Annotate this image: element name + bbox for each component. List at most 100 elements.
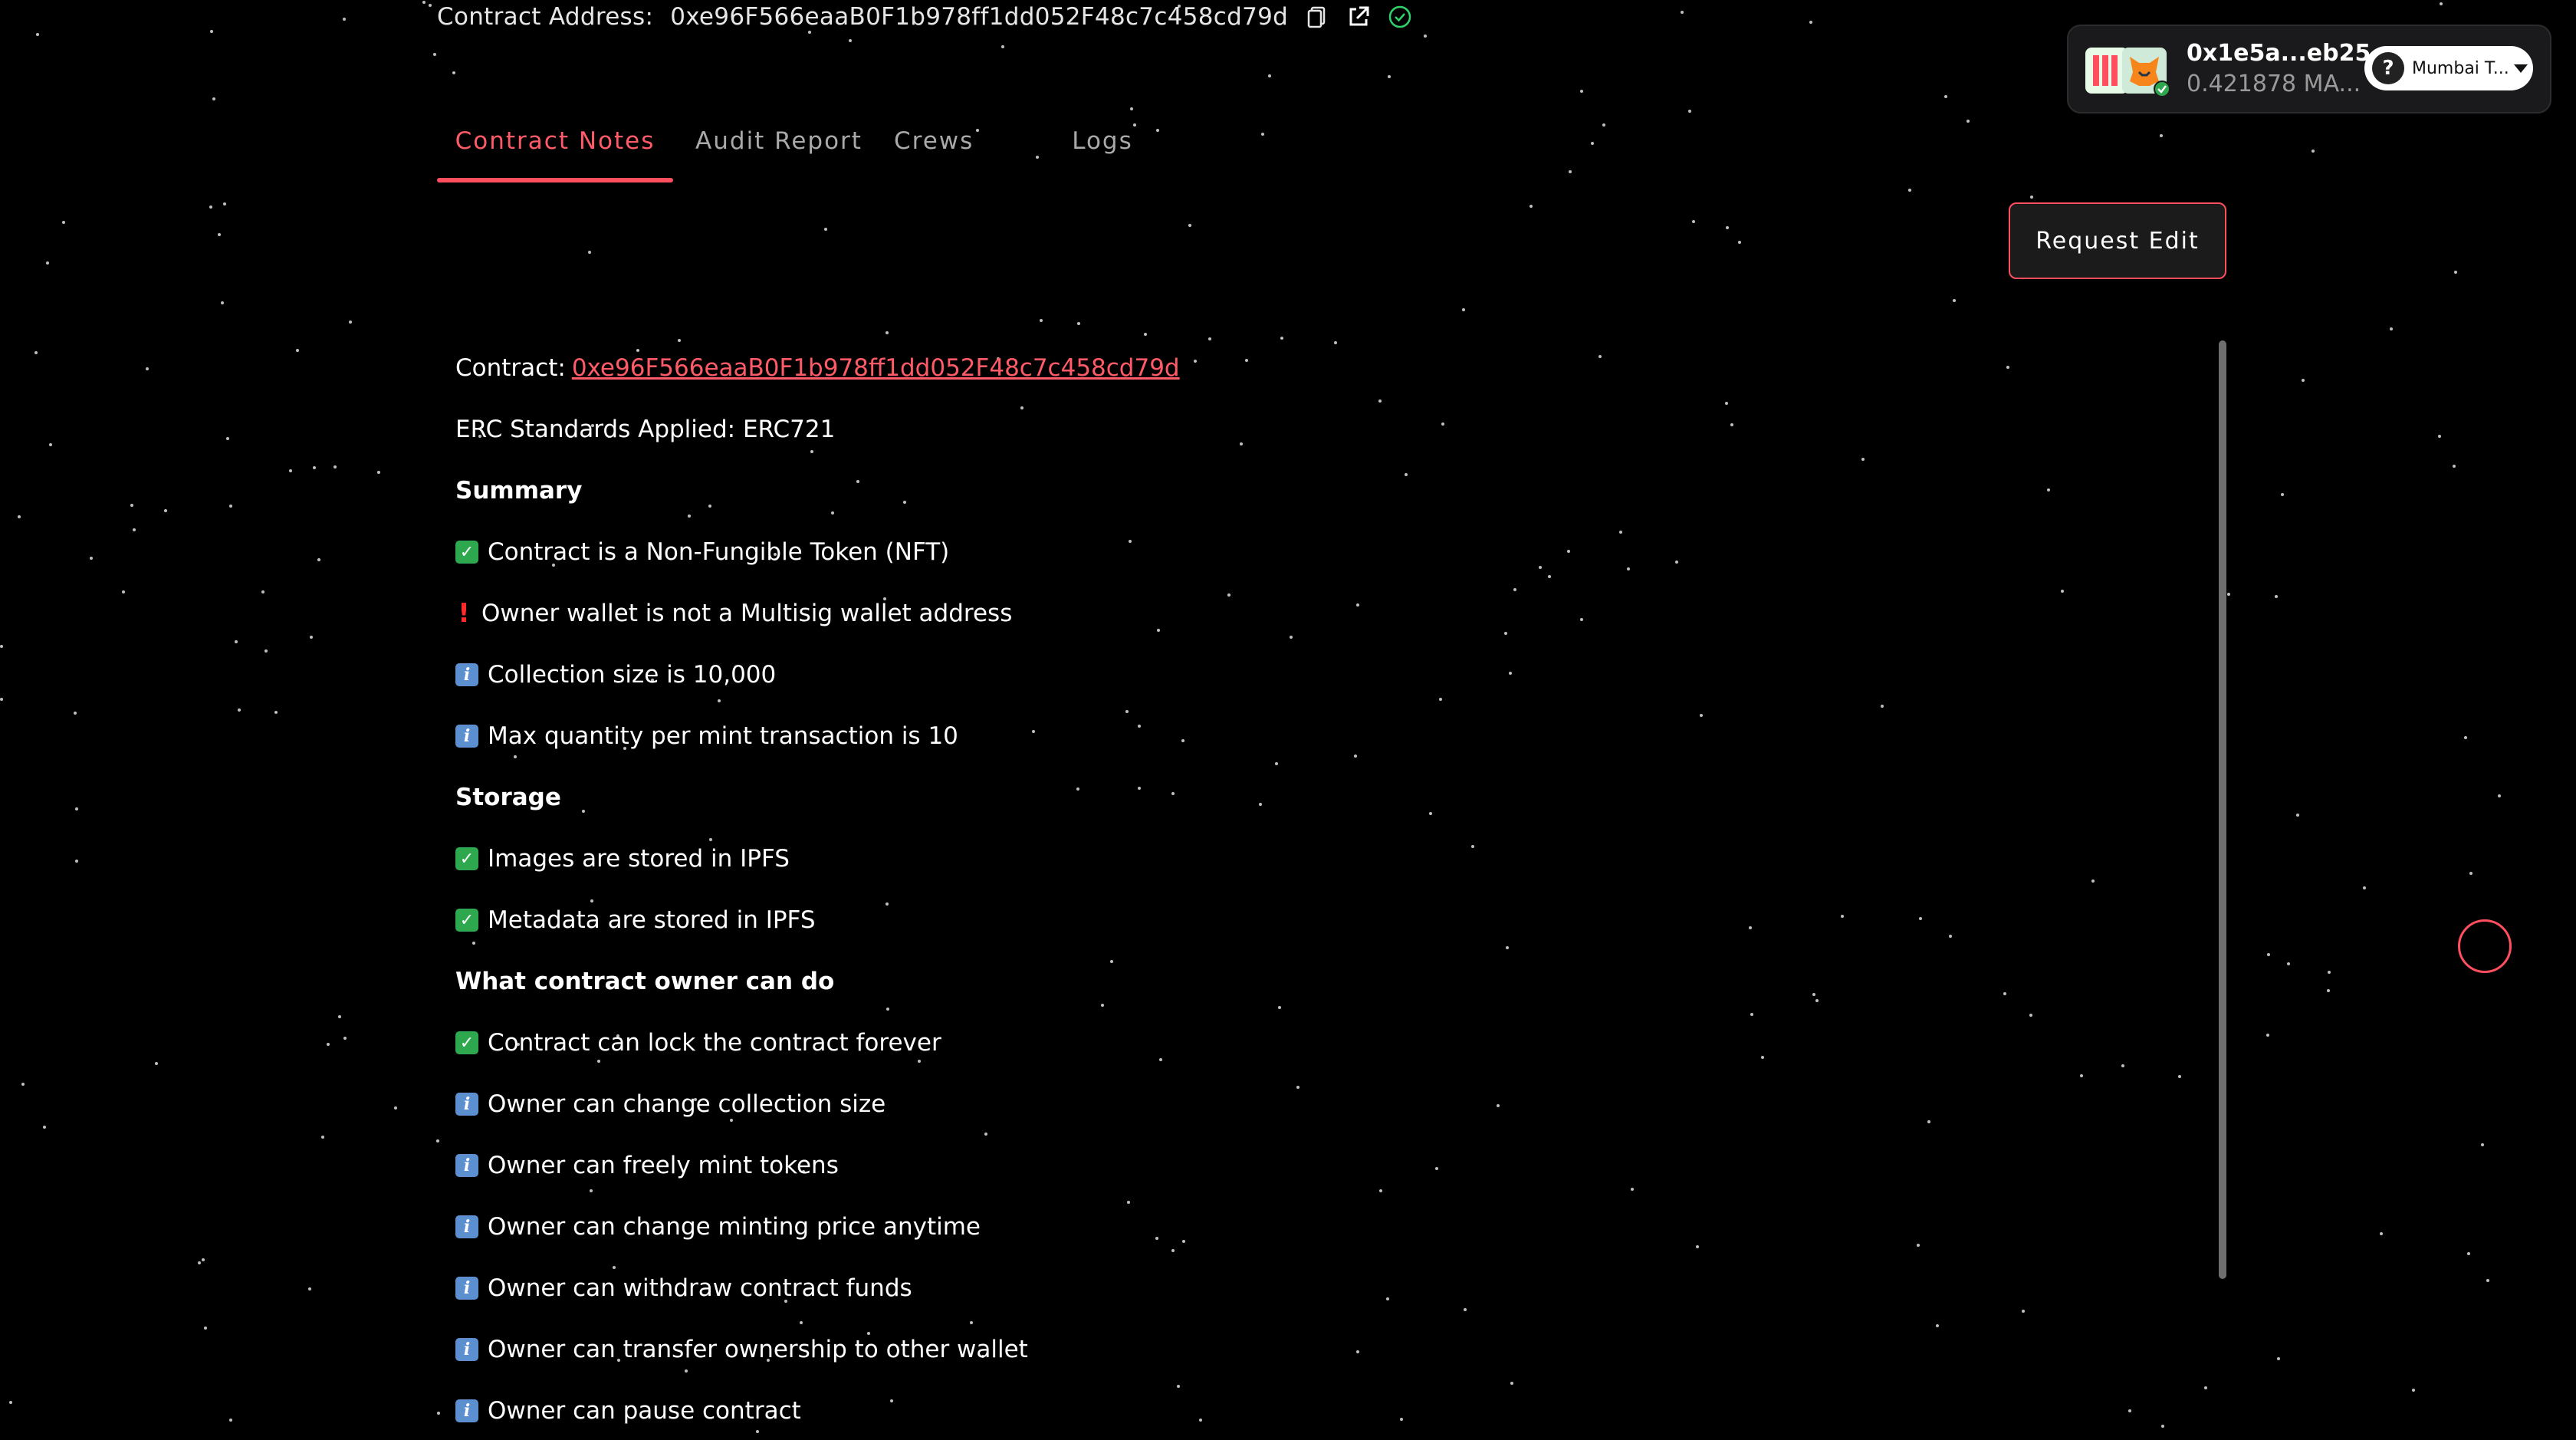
check-mark-icon: ✓ (455, 541, 478, 564)
star (296, 349, 299, 352)
contract-link[interactable]: 0xe96F566eaaB0F1b978ff1dd052F48c7c458cd7… (572, 354, 1180, 382)
star (1156, 129, 1159, 132)
request-edit-button[interactable]: Request Edit (2009, 202, 2226, 279)
star (204, 1327, 207, 1330)
star (1967, 120, 1970, 123)
star (2204, 1386, 2207, 1389)
star (1738, 241, 1741, 244)
list-item: i Owner can pause contract (455, 1380, 2142, 1440)
circle-outline-icon[interactable] (2458, 919, 2512, 973)
network-label: Mumbai T... (2412, 58, 2509, 78)
list-item: ! Owner wallet is not a Multisig wallet … (455, 583, 2142, 644)
star (274, 711, 278, 714)
star (43, 1126, 46, 1129)
info-icon: i (455, 1154, 478, 1177)
star (1040, 319, 1043, 322)
star (155, 1062, 158, 1065)
star (2440, 2, 2443, 5)
star (422, 1, 426, 4)
star (223, 202, 226, 205)
star (849, 39, 852, 42)
star (2498, 794, 2501, 797)
erc-standards-line: ERC Standards Applied: ERC721 (455, 416, 836, 443)
list-item: i Owner can transfer ownership to other … (455, 1319, 2142, 1380)
star (2390, 327, 2393, 330)
summary-heading: Summary (455, 477, 583, 505)
star (229, 505, 232, 508)
star (327, 1043, 330, 1046)
contract-notes-panel: Contract: 0xe96F566eaaB0F1b978ff1dd052F4… (455, 337, 2142, 1440)
tab-contract-notes[interactable]: Contract Notes (437, 127, 673, 182)
list-item: ✓ Metadata are stored in IPFS (455, 889, 2142, 951)
wallet-balance: 0.421878 MA... (2187, 71, 2361, 97)
contract-address-bar: Contract Address: 0xe96F566eaaB0F1b978ff… (437, 0, 1412, 34)
star (1462, 308, 1465, 311)
star (1268, 74, 1271, 77)
star (238, 708, 241, 712)
info-icon: i (455, 1338, 478, 1361)
star (210, 30, 213, 33)
info-icon: i (455, 663, 478, 686)
star (34, 351, 38, 354)
star (1692, 220, 1695, 223)
star (2266, 1034, 2269, 1037)
star (2469, 872, 2472, 875)
star (2267, 953, 2270, 956)
star (122, 590, 125, 593)
storage-heading: Storage (455, 784, 561, 811)
list-item: i Owner can change collection size (455, 1073, 2142, 1135)
network-selector[interactable]: ? Mumbai T... (2364, 46, 2533, 90)
star (1809, 21, 1812, 24)
list-item: i Collection size is 10,000 (455, 644, 2142, 705)
star (2160, 134, 2163, 137)
help-icon: ? (2372, 52, 2404, 84)
star (2275, 595, 2278, 598)
star (9, 1401, 12, 1404)
star (1602, 123, 1605, 127)
star (46, 261, 49, 265)
tab-audit-report[interactable]: Audit Report (687, 127, 871, 182)
star (90, 557, 93, 560)
star (1908, 189, 1911, 192)
star (2453, 465, 2456, 468)
external-link-icon[interactable] (1346, 5, 1371, 29)
tab-logs[interactable]: Logs (1058, 127, 1147, 182)
scrollbar[interactable] (2219, 340, 2226, 1279)
copy-icon[interactable] (1305, 5, 1329, 29)
star (2312, 150, 2315, 153)
star (824, 228, 827, 231)
star (321, 1136, 324, 1139)
star (1580, 90, 1583, 93)
star (2380, 1232, 2383, 1235)
star (1944, 95, 1947, 98)
star (313, 466, 316, 469)
star (308, 1287, 311, 1290)
star (49, 443, 52, 446)
contract-address-label: Contract Address: (437, 3, 654, 31)
star (1688, 110, 1691, 113)
star (218, 233, 221, 236)
metamask-logo-icon (2085, 44, 2171, 98)
star (2327, 989, 2330, 992)
caret-down-icon (2513, 64, 2528, 73)
star (1001, 45, 1004, 48)
star (202, 1258, 205, 1261)
star (433, 53, 436, 56)
star (18, 515, 21, 518)
star (2227, 593, 2230, 596)
star (1953, 299, 1956, 302)
info-icon: i (455, 1093, 478, 1116)
star (588, 251, 591, 254)
star (2412, 1389, 2415, 1392)
app-root: Contract Address: 0xe96F566eaaB0F1b978ff… (0, 0, 2576, 1440)
contract-address-value: 0xe96F566eaaB0F1b978ff1dd052F48c7c458cd7… (670, 3, 1289, 31)
star (75, 860, 78, 863)
star (235, 640, 238, 643)
wallet-widget[interactable]: 0x1e5a...eb25 0.421878 MA... ? Mumbai T.… (2067, 25, 2551, 113)
star (229, 1419, 232, 1422)
star (1569, 170, 1572, 173)
star (1591, 142, 1594, 145)
star (2161, 1425, 2164, 1428)
star (289, 469, 292, 472)
star (2277, 1357, 2280, 1360)
